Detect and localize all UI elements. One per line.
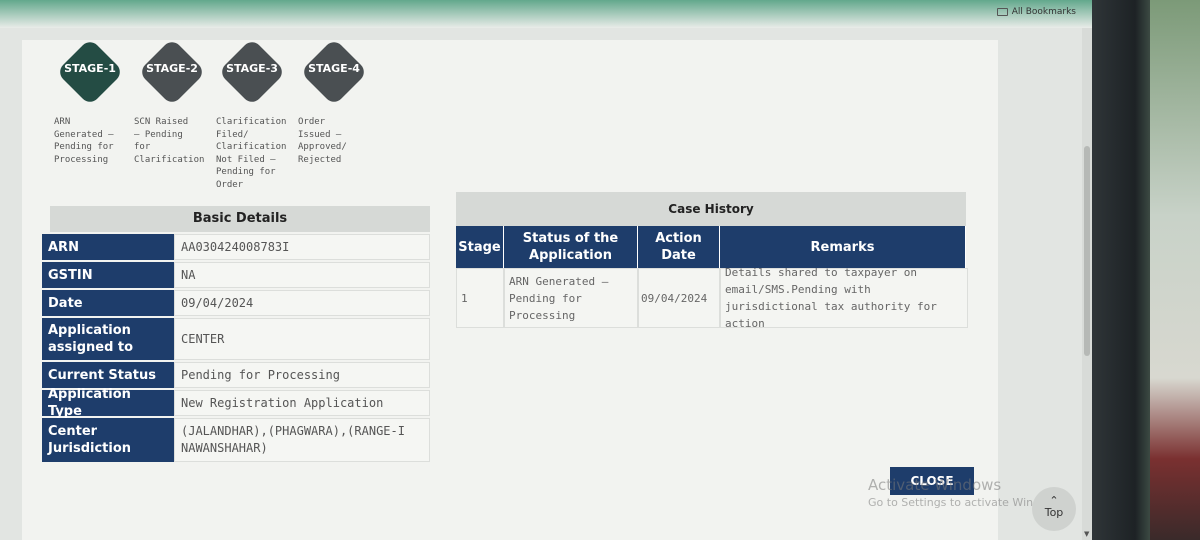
column-header-remarks: Remarks	[720, 226, 966, 268]
column-header-action-date: Action Date	[638, 226, 720, 268]
row-value: NA	[174, 262, 430, 288]
top-label: Top	[1044, 506, 1064, 519]
stage-4-label: STAGE-4	[308, 62, 360, 75]
column-header-stage: Stage	[456, 226, 504, 268]
table-row: GSTIN NA	[42, 262, 430, 288]
stage-1-label: STAGE-1	[64, 62, 116, 75]
table-row: Date 09/04/2024	[42, 290, 430, 316]
cell-status: ARN Generated – Pending for Processing	[504, 268, 638, 328]
watermark-title: Activate Windows	[868, 476, 1002, 494]
stage-4-description: Order Issued – Approved/ Rejected	[298, 117, 347, 165]
background-photo	[1150, 0, 1200, 540]
row-key: Date	[42, 290, 174, 316]
row-key: Current Status	[42, 362, 174, 388]
bookmarks-bar: All Bookmarks	[0, 0, 1092, 28]
table-row: Center Jurisdiction (JALANDHAR),(PHAGWAR…	[42, 418, 430, 462]
all-bookmarks-button[interactable]: All Bookmarks	[996, 7, 1076, 17]
table-row: ARN AA030424008783I	[42, 234, 430, 260]
scrollbar-thumb[interactable]	[1084, 146, 1090, 356]
page-scrollbar[interactable]: ▼	[1082, 28, 1092, 540]
folder-icon	[996, 8, 1008, 16]
table-row: Application assigned to CENTER	[42, 318, 430, 360]
cell-remarks: Details shared to taxpayer on email/SMS.…	[720, 266, 968, 330]
row-key: GSTIN	[42, 262, 174, 288]
row-value: New Registration Application	[174, 390, 430, 416]
basic-details-title: Basic Details	[50, 206, 430, 232]
case-history-header-row: Stage Status of the Application Action D…	[456, 226, 966, 268]
stage-3-description: Clarification Filed/ Clarification Not F…	[216, 117, 287, 190]
row-value: Pending for Processing	[174, 362, 430, 388]
row-value: (JALANDHAR),(PHAGWARA),(RANGE-I NAWANSHA…	[174, 418, 430, 462]
all-bookmarks-label: All Bookmarks	[1011, 7, 1076, 17]
column-header-status: Status of the Application	[504, 226, 638, 268]
row-value: AA030424008783I	[174, 234, 430, 260]
stage-2-label: STAGE-2	[146, 62, 198, 75]
cell-action-date: 09/04/2024	[638, 268, 720, 328]
table-row: Application Type New Registration Applic…	[42, 387, 430, 419]
row-key: ARN	[42, 234, 174, 260]
stage-3-label: STAGE-3	[226, 62, 278, 75]
row-key: Application Type	[42, 387, 174, 419]
table-row: Current Status Pending for Processing	[42, 362, 430, 388]
row-key: Center Jurisdiction	[42, 418, 174, 462]
scroll-to-top-button[interactable]: ⌃ Top	[1032, 487, 1076, 531]
row-key: Application assigned to	[42, 318, 174, 360]
table-row: 1 ARN Generated – Pending for Processing…	[456, 266, 968, 330]
stage-2-description: SCN Raised – Pending for Clarification	[134, 117, 205, 165]
case-history-title: Case History	[456, 192, 966, 226]
stage-1-description: ARN Generated – Pending for Processing	[54, 117, 114, 165]
row-value: CENTER	[174, 318, 430, 360]
page: STAGE-1 ARN Generated – Pending for Proc…	[0, 28, 1092, 540]
scroll-down-arrow-icon[interactable]: ▼	[1084, 530, 1089, 538]
cell-stage: 1	[456, 268, 504, 328]
row-value: 09/04/2024	[174, 290, 430, 316]
